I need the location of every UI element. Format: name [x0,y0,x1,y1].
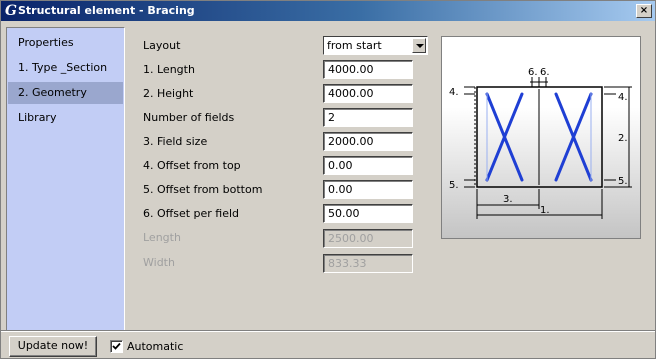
layout-select-value: from start [327,39,382,52]
length-input[interactable]: 4000.00 [323,60,413,79]
sidebar-item-library[interactable]: Library [8,107,123,129]
offset-bottom-label: 5. Offset from bottom [143,183,263,196]
dim-label-5-right: 5. [618,176,628,187]
offset-per-field-input[interactable]: 50.00 [323,204,413,223]
number-of-fields-input[interactable]: 2 [323,108,413,127]
result-length-label: Length [143,231,181,244]
offset-top-input[interactable]: 0.00 [323,156,413,175]
title-bar[interactable]: G Structural element - Bracing × [1,1,655,21]
dialog-window: G Structural element - Bracing × Propert… [0,0,656,359]
automatic-label: Automatic [127,340,184,353]
sidebar: Properties 1. Type _Section 2. Geometry … [6,27,125,331]
app-logo-icon: G [5,3,17,19]
bracing-diagram: 6. 6. 4. 4. 2. 5. 5. 3. 1. [449,67,632,219]
dim-label-4-left: 4. [449,87,459,98]
automatic-checkbox[interactable] [110,340,123,353]
offset-per-field-label: 6. Offset per field [143,207,240,220]
height-input[interactable]: 4000.00 [323,84,413,103]
offset-bottom-input[interactable]: 0.00 [323,180,413,199]
dim-label-4-right: 4. [618,92,628,103]
length-label: 1. Length [143,63,195,76]
dim-label-3: 3. [503,194,513,205]
field-size-label: 3. Field size [143,135,208,148]
window-title: Structural element - Bracing [18,4,195,17]
sidebar-item-geometry[interactable]: 2. Geometry [8,82,123,104]
sidebar-item-type-section[interactable]: 1. Type _Section [8,57,123,79]
dim-label-6b: 6. [540,67,550,78]
chevron-down-icon[interactable] [412,38,426,53]
sidebar-item-properties[interactable]: Properties [8,32,123,54]
update-now-button[interactable]: Update now! [9,336,97,357]
height-label: 2. Height [143,87,194,100]
bracing-preview: 6. 6. 4. 4. 2. 5. 5. 3. 1. [441,36,641,239]
layout-select[interactable]: from start [323,36,428,55]
dim-label-1: 1. [540,205,550,216]
dim-label-6a: 6. [528,67,538,78]
offset-top-label: 4. Offset from top [143,159,241,172]
dim-label-2: 2. [618,133,628,144]
checkmark-icon [112,342,121,350]
result-width-label: Width [143,256,175,269]
result-width-field: 833.33 [323,254,413,273]
close-button[interactable]: × [636,4,652,18]
field-size-input[interactable]: 2000.00 [323,132,413,151]
result-length-field: 2500.00 [323,229,413,248]
layout-label: Layout [143,39,181,52]
number-of-fields-label: Number of fields [143,111,235,124]
dim-label-5-left: 5. [449,180,459,191]
footer-separator [1,330,655,332]
